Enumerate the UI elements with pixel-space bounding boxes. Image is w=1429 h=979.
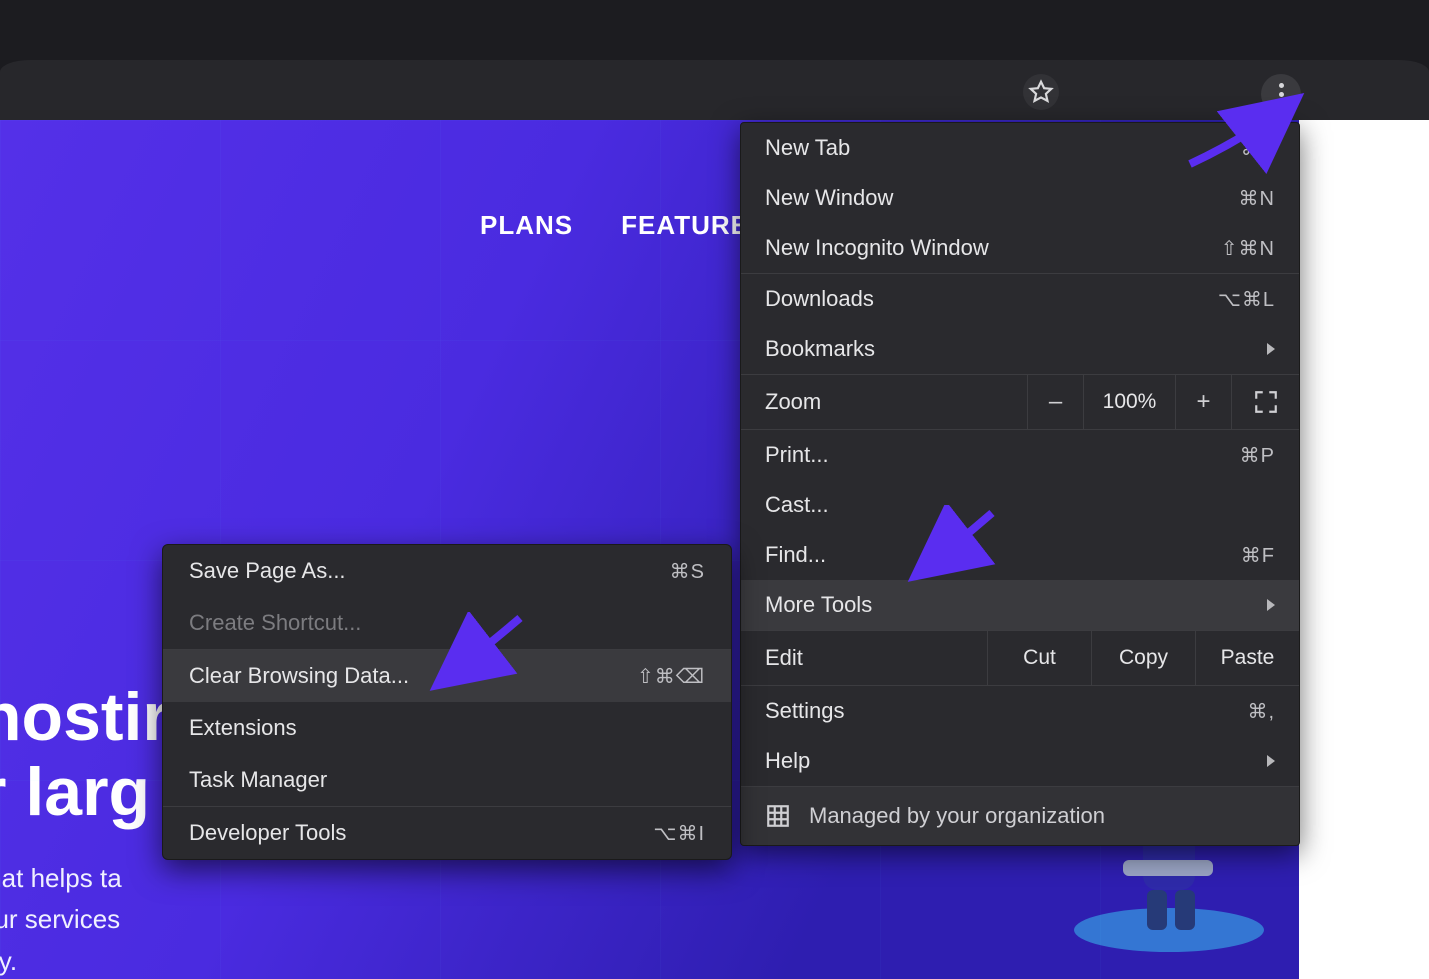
menu-label: Create Shortcut...: [189, 610, 361, 636]
submenu-item-create-shortcut: Create Shortcut...: [163, 597, 731, 649]
menu-shortcut: ⌘S: [670, 559, 705, 584]
menu-item-new-incognito[interactable]: New Incognito Window ⇧⌘N: [741, 223, 1299, 273]
managed-label: Managed by your organization: [809, 803, 1105, 829]
chevron-right-icon: [1267, 755, 1275, 767]
menu-label: Task Manager: [189, 767, 327, 793]
bookmark-star-button[interactable]: [1023, 74, 1059, 110]
fullscreen-button[interactable]: [1231, 375, 1299, 429]
submenu-item-save-page[interactable]: Save Page As... ⌘S: [163, 545, 731, 597]
zoom-label: Zoom: [741, 375, 1027, 429]
nav-link-plans[interactable]: PLANS: [480, 210, 573, 241]
edit-paste-button[interactable]: Paste: [1195, 631, 1299, 685]
edit-label: Edit: [741, 631, 987, 685]
hero-para-line1: that helps ta: [0, 863, 122, 893]
zoom-value: 100%: [1083, 375, 1175, 429]
browser-address-bar: [0, 60, 1429, 120]
chrome-main-menu: New Tab ⌘T New Window ⌘N New Incognito W…: [740, 122, 1300, 846]
menu-shortcut: ⌘N: [1239, 186, 1275, 211]
page-right-margin: [1299, 120, 1429, 979]
menu-label: Clear Browsing Data...: [189, 663, 409, 689]
menu-shortcut: ⌘P: [1240, 443, 1275, 468]
menu-label: Help: [765, 748, 810, 774]
menu-shortcut: ⇧⌘⌫: [637, 664, 705, 689]
menu-shortcut: ⌥⌘L: [1218, 287, 1275, 312]
menu-label: Downloads: [765, 286, 874, 312]
submenu-item-developer-tools[interactable]: Developer Tools ⌥⌘I: [163, 807, 731, 859]
menu-item-downloads[interactable]: Downloads ⌥⌘L: [741, 274, 1299, 324]
edit-cut-button[interactable]: Cut: [987, 631, 1091, 685]
submenu-item-task-manager[interactable]: Task Manager: [163, 754, 731, 806]
chevron-right-icon: [1267, 599, 1275, 611]
organization-icon: [765, 803, 791, 829]
menu-label: New Window: [765, 185, 893, 211]
menu-item-managed[interactable]: Managed by your organization: [741, 786, 1299, 845]
menu-label: New Tab: [765, 135, 850, 161]
menu-label: Find...: [765, 542, 826, 568]
menu-label: More Tools: [765, 592, 872, 618]
menu-label: Extensions: [189, 715, 297, 741]
fullscreen-icon: [1253, 389, 1279, 415]
menu-item-more-tools[interactable]: More Tools: [741, 580, 1299, 630]
menu-label: Print...: [765, 442, 829, 468]
menu-item-find[interactable]: Find... ⌘F: [741, 530, 1299, 580]
browser-tab-bar: [0, 0, 1429, 60]
zoom-out-button[interactable]: –: [1027, 375, 1083, 429]
hero-para-line2: our services: [0, 904, 120, 934]
menu-label: Save Page As...: [189, 558, 346, 584]
menu-item-help[interactable]: Help: [741, 736, 1299, 786]
hero-para-line3: sly.: [0, 946, 17, 976]
menu-label: Cast...: [765, 492, 829, 518]
chrome-menu-button[interactable]: [1261, 74, 1301, 114]
menu-shortcut: ⌘F: [1241, 543, 1275, 568]
hero-text-line1: hostir: [0, 679, 169, 755]
chevron-right-icon: [1267, 343, 1275, 355]
menu-item-new-tab[interactable]: New Tab ⌘T: [741, 123, 1299, 173]
menu-item-cast[interactable]: Cast...: [741, 480, 1299, 530]
submenu-item-clear-browsing-data[interactable]: Clear Browsing Data... ⇧⌘⌫: [163, 650, 731, 702]
menu-label: Settings: [765, 698, 845, 724]
menu-shortcut: ⌘,: [1247, 699, 1275, 724]
menu-item-edit: Edit Cut Copy Paste: [741, 630, 1299, 686]
menu-item-print[interactable]: Print... ⌘P: [741, 430, 1299, 480]
menu-label: Developer Tools: [189, 820, 346, 846]
menu-shortcut: ⇧⌘N: [1221, 236, 1275, 261]
menu-item-zoom: Zoom – 100% +: [741, 374, 1299, 430]
zoom-in-button[interactable]: +: [1175, 375, 1231, 429]
menu-item-new-window[interactable]: New Window ⌘N: [741, 173, 1299, 223]
menu-label: New Incognito Window: [765, 235, 989, 261]
menu-shortcut: ⌥⌘I: [653, 821, 705, 846]
star-icon: [1028, 79, 1054, 105]
menu-shortcut: ⌘T: [1241, 136, 1275, 161]
menu-item-settings[interactable]: Settings ⌘,: [741, 686, 1299, 736]
more-tools-submenu: Save Page As... ⌘S Create Shortcut... Cl…: [162, 544, 732, 860]
edit-copy-button[interactable]: Copy: [1091, 631, 1195, 685]
menu-item-bookmarks[interactable]: Bookmarks: [741, 324, 1299, 374]
menu-label: Bookmarks: [765, 336, 875, 362]
submenu-item-extensions[interactable]: Extensions: [163, 702, 731, 754]
hero-text-line2: r larg: [0, 754, 150, 830]
